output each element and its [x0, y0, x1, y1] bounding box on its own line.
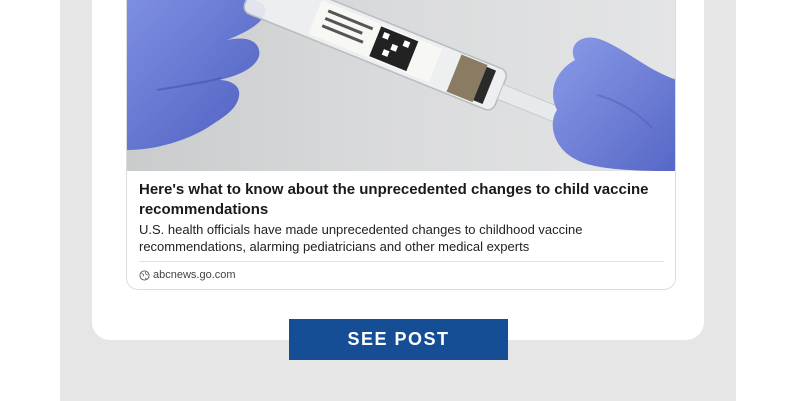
link-preview-card[interactable]: Here's what to know about the unpreceden…: [126, 0, 676, 290]
see-post-button[interactable]: SEE POST: [289, 319, 508, 360]
divider: [139, 261, 664, 262]
syringe-photo: [127, 0, 675, 171]
article-source[interactable]: abcnews.go.com: [139, 268, 236, 282]
article-summary: U.S. health officials have made unpreced…: [139, 222, 583, 254]
article-headline[interactable]: Here's what to know about the unpreceden…: [139, 180, 659, 220]
globe-icon: [139, 269, 150, 281]
article-image: [127, 0, 675, 171]
source-domain: abcnews.go.com: [153, 269, 236, 281]
